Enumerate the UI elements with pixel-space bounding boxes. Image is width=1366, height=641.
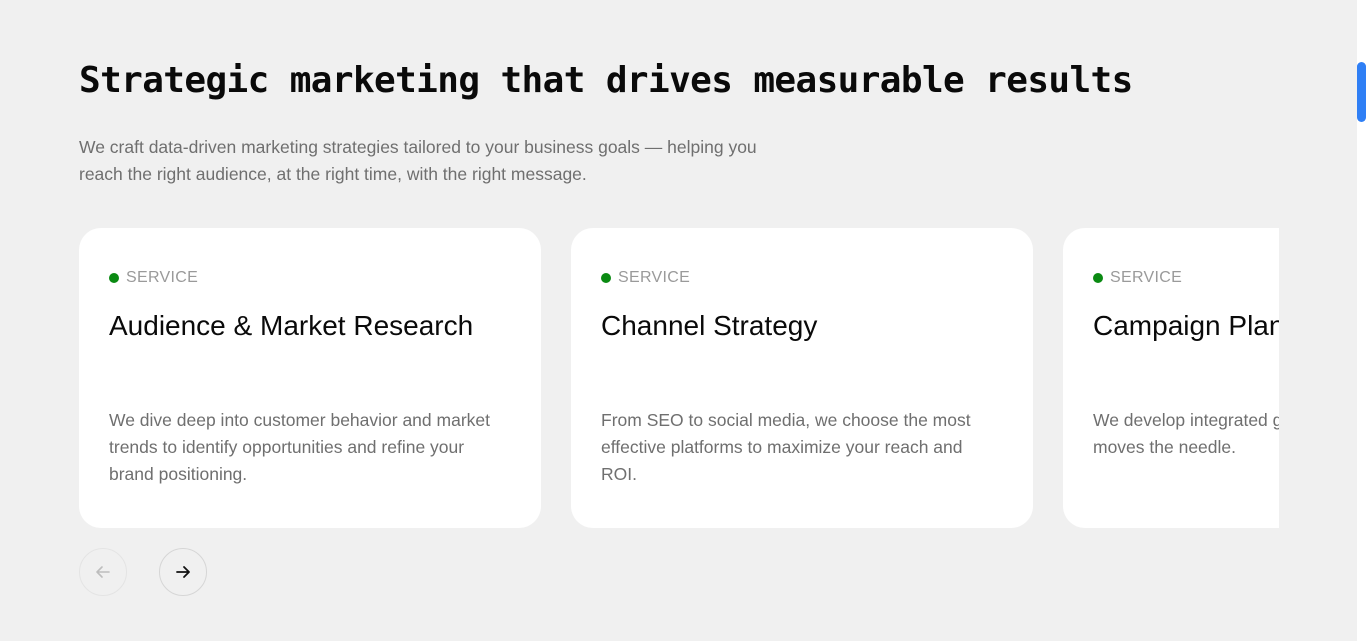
service-tag: SERVICE (109, 266, 511, 290)
service-card-title: Campaign Plan (1093, 310, 1279, 341)
service-tag: SERVICE (1093, 266, 1279, 290)
section-title: Strategic marketing that drives measurab… (79, 60, 1133, 101)
service-card-description: From SEO to social media, we choose the … (601, 410, 971, 484)
services-carousel: SERVICE Audience & Market Research We di… (79, 228, 1279, 528)
service-tag-label: SERVICE (618, 269, 691, 286)
section-subtitle: We craft data-driven marketing strategie… (79, 137, 757, 184)
service-card-description: We dive deep into customer behavior and … (109, 410, 490, 484)
carousel-track: SERVICE Audience & Market Research We di… (79, 228, 1279, 528)
service-tag-label: SERVICE (1110, 269, 1183, 286)
scrollbar-thumb[interactable] (1357, 62, 1366, 122)
status-dot-icon (1093, 273, 1103, 283)
service-tag: SERVICE (601, 266, 1003, 290)
service-card: SERVICE Channel Strategy From SEO to soc… (571, 228, 1033, 528)
page: Strategic marketing that drives measurab… (0, 0, 1366, 641)
service-card-title: Audience & Market Research (109, 310, 474, 341)
service-card: SERVICE Audience & Market Research We di… (79, 228, 541, 528)
service-card-description: We develop integrated goals, timelines, … (1093, 410, 1279, 457)
service-card-title: Channel Strategy (601, 310, 818, 341)
service-tag-label: SERVICE (126, 269, 199, 286)
carousel-next-button[interactable] (159, 548, 207, 596)
service-card: SERVICE Campaign Plan We develop integra… (1063, 228, 1279, 528)
arrow-left-icon (96, 566, 110, 578)
status-dot-icon (601, 273, 611, 283)
arrow-right-icon (176, 566, 190, 578)
status-dot-icon (109, 273, 119, 283)
page-scrollbar[interactable] (1357, 0, 1366, 641)
carousel-prev-button[interactable] (79, 548, 127, 596)
